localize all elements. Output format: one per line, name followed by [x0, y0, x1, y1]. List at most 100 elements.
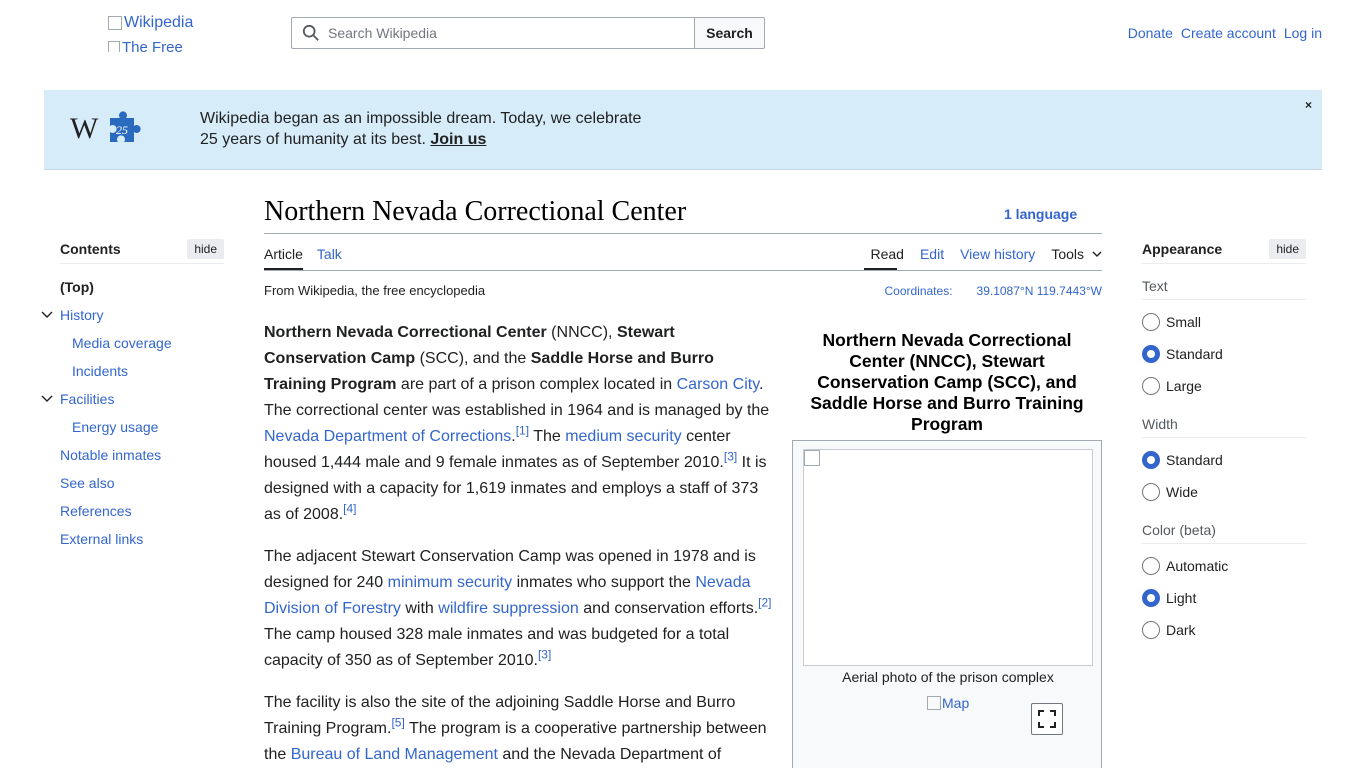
fullscreen-button[interactable] — [1031, 703, 1063, 735]
search-input[interactable] — [328, 25, 688, 41]
appearance-option[interactable]: Automatic — [1142, 550, 1306, 582]
appearance-option[interactable]: Wide — [1142, 476, 1306, 508]
toc-title: Contents — [60, 240, 121, 257]
appearance-option[interactable]: Standard — [1142, 444, 1306, 476]
wiki-link[interactable]: minimum security — [388, 574, 512, 591]
radio-button[interactable] — [1142, 345, 1160, 363]
toc-item[interactable]: History — [41, 301, 224, 329]
wiki-link[interactable]: Bureau of Land Management — [291, 746, 498, 763]
appearance-option-label: Small — [1166, 314, 1202, 330]
chevron-down-icon[interactable] — [41, 393, 53, 405]
chevron-down-icon[interactable] — [41, 309, 53, 321]
wiki-link[interactable]: wildfire suppression — [438, 600, 579, 617]
appearance-option[interactable]: Light — [1142, 582, 1306, 614]
toc-item[interactable]: (Top) — [60, 273, 224, 301]
namespace-tabs: Article Talk — [264, 246, 342, 262]
view-tabs: Read Edit View history Tools — [871, 246, 1103, 262]
tools-menu[interactable]: Tools — [1051, 246, 1102, 262]
toc-item-label: Energy usage — [72, 419, 159, 435]
aerial-photo[interactable] — [803, 449, 1093, 666]
toc-item-label: References — [60, 503, 132, 519]
appearance-option-label: Standard — [1166, 346, 1223, 362]
appearance-options: Small Standard Large — [1142, 306, 1306, 402]
toc-item-label: Media coverage — [72, 335, 172, 351]
appearance-option-label: Standard — [1166, 452, 1223, 468]
radio-button[interactable] — [1142, 451, 1160, 469]
radio-button[interactable] — [1142, 621, 1160, 639]
tab-talk[interactable]: Talk — [317, 246, 342, 262]
toc-item[interactable]: External links — [60, 525, 224, 553]
coordinates-label[interactable]: Coordinates: — [884, 284, 952, 298]
appearance-groups: Text Small Standard Large Width Standard Wide C… — [1142, 278, 1306, 646]
language-button[interactable]: 1 language — [1004, 206, 1077, 222]
page-title: Northern Nevada Correctional Center — [264, 196, 687, 227]
broken-image-icon — [108, 41, 120, 52]
text: (NNCC), — [546, 324, 617, 341]
wiki-link[interactable]: medium security — [565, 428, 681, 445]
toc-item-label: Incidents — [72, 363, 129, 379]
article-body: Northern Nevada Correctional Center (NNC… — [264, 320, 774, 768]
wiki-link[interactable]: Nevada Department of Corrections — [264, 428, 511, 445]
paragraph: The facility is also the site of the adj… — [264, 690, 774, 768]
radio-button[interactable] — [1142, 377, 1160, 395]
wiki-link[interactable]: Carson City — [677, 376, 759, 393]
broken-image-icon — [804, 450, 820, 466]
toc-item[interactable]: Energy usage — [60, 413, 224, 441]
toc-item[interactable]: Media coverage — [60, 329, 224, 357]
appearance-option[interactable]: Large — [1142, 370, 1306, 402]
tab-edit[interactable]: Edit — [920, 246, 944, 262]
appearance-option-label: Dark — [1166, 622, 1196, 638]
radio-button[interactable] — [1142, 483, 1160, 501]
tools-label: Tools — [1051, 246, 1084, 262]
citation-link[interactable]: [3] — [538, 648, 551, 662]
close-icon[interactable]: × — [1305, 98, 1312, 112]
toc-item[interactable]: Facilities — [41, 385, 224, 413]
log-in-link[interactable]: Log in — [1284, 25, 1322, 41]
appearance-option[interactable]: Standard — [1142, 338, 1306, 370]
search-button[interactable]: Search — [694, 17, 765, 49]
appearance-option-label: Automatic — [1166, 558, 1229, 574]
appearance-option[interactable]: Small — [1142, 306, 1306, 338]
create-account-link[interactable]: Create account — [1181, 25, 1276, 41]
donate-link[interactable]: Donate — [1128, 25, 1173, 41]
wikipedia-logo[interactable]: Wikipedia The Free — [108, 14, 218, 52]
coordinates-value[interactable]: 39.1087°N 119.7443°W — [977, 284, 1102, 298]
toc-item[interactable]: References — [60, 497, 224, 525]
radio-button[interactable] — [1142, 313, 1160, 331]
toc-item[interactable]: Notable inmates — [60, 441, 224, 469]
citation-link[interactable]: [2] — [758, 596, 771, 610]
citation-link[interactable]: [3] — [724, 450, 737, 464]
radio-button[interactable] — [1142, 589, 1160, 607]
toc-item-label: (Top) — [60, 279, 94, 295]
tab-view-history[interactable]: View history — [960, 246, 1035, 262]
text: The — [529, 428, 566, 445]
appearance-hide-button[interactable]: hide — [1269, 238, 1306, 259]
user-links: Donate Create account Log in — [1128, 25, 1322, 41]
map-link[interactable]: Map — [927, 695, 969, 711]
toc-item[interactable]: See also — [60, 469, 224, 497]
banner-line-2: 25 years of humanity at its best. — [200, 131, 426, 148]
appearance-group-label: Width — [1142, 416, 1306, 438]
tab-read[interactable]: Read — [871, 246, 904, 262]
search-box[interactable] — [291, 17, 694, 49]
tab-article[interactable]: Article — [264, 246, 303, 262]
join-us-link[interactable]: Join us — [430, 131, 486, 148]
radio-button[interactable] — [1142, 557, 1160, 575]
broken-image-icon — [108, 16, 122, 30]
citation-link[interactable]: [5] — [391, 716, 404, 730]
citation-link[interactable]: [4] — [343, 502, 356, 516]
title-divider — [264, 233, 1102, 234]
appearance-option-label: Light — [1166, 590, 1197, 606]
paragraph: The adjacent Stewart Conservation Camp w… — [264, 544, 774, 674]
text: and conservation efforts. — [578, 600, 759, 617]
toc-item-label: History — [60, 307, 104, 323]
bold-text: Northern Nevada Correctional Center — [264, 324, 547, 341]
text: are part of a prison complex located in — [396, 376, 677, 393]
toc-hide-button[interactable]: hide — [187, 238, 224, 259]
site-subtitle: From Wikipedia, the free encyclopedia — [264, 283, 486, 298]
appearance-option[interactable]: Dark — [1142, 614, 1306, 646]
logo-sub-alt-text: The Free — [122, 39, 183, 53]
language-label: 1 language — [1004, 206, 1078, 222]
citation-link[interactable]: [1] — [516, 424, 529, 438]
toc-item[interactable]: Incidents — [60, 357, 224, 385]
